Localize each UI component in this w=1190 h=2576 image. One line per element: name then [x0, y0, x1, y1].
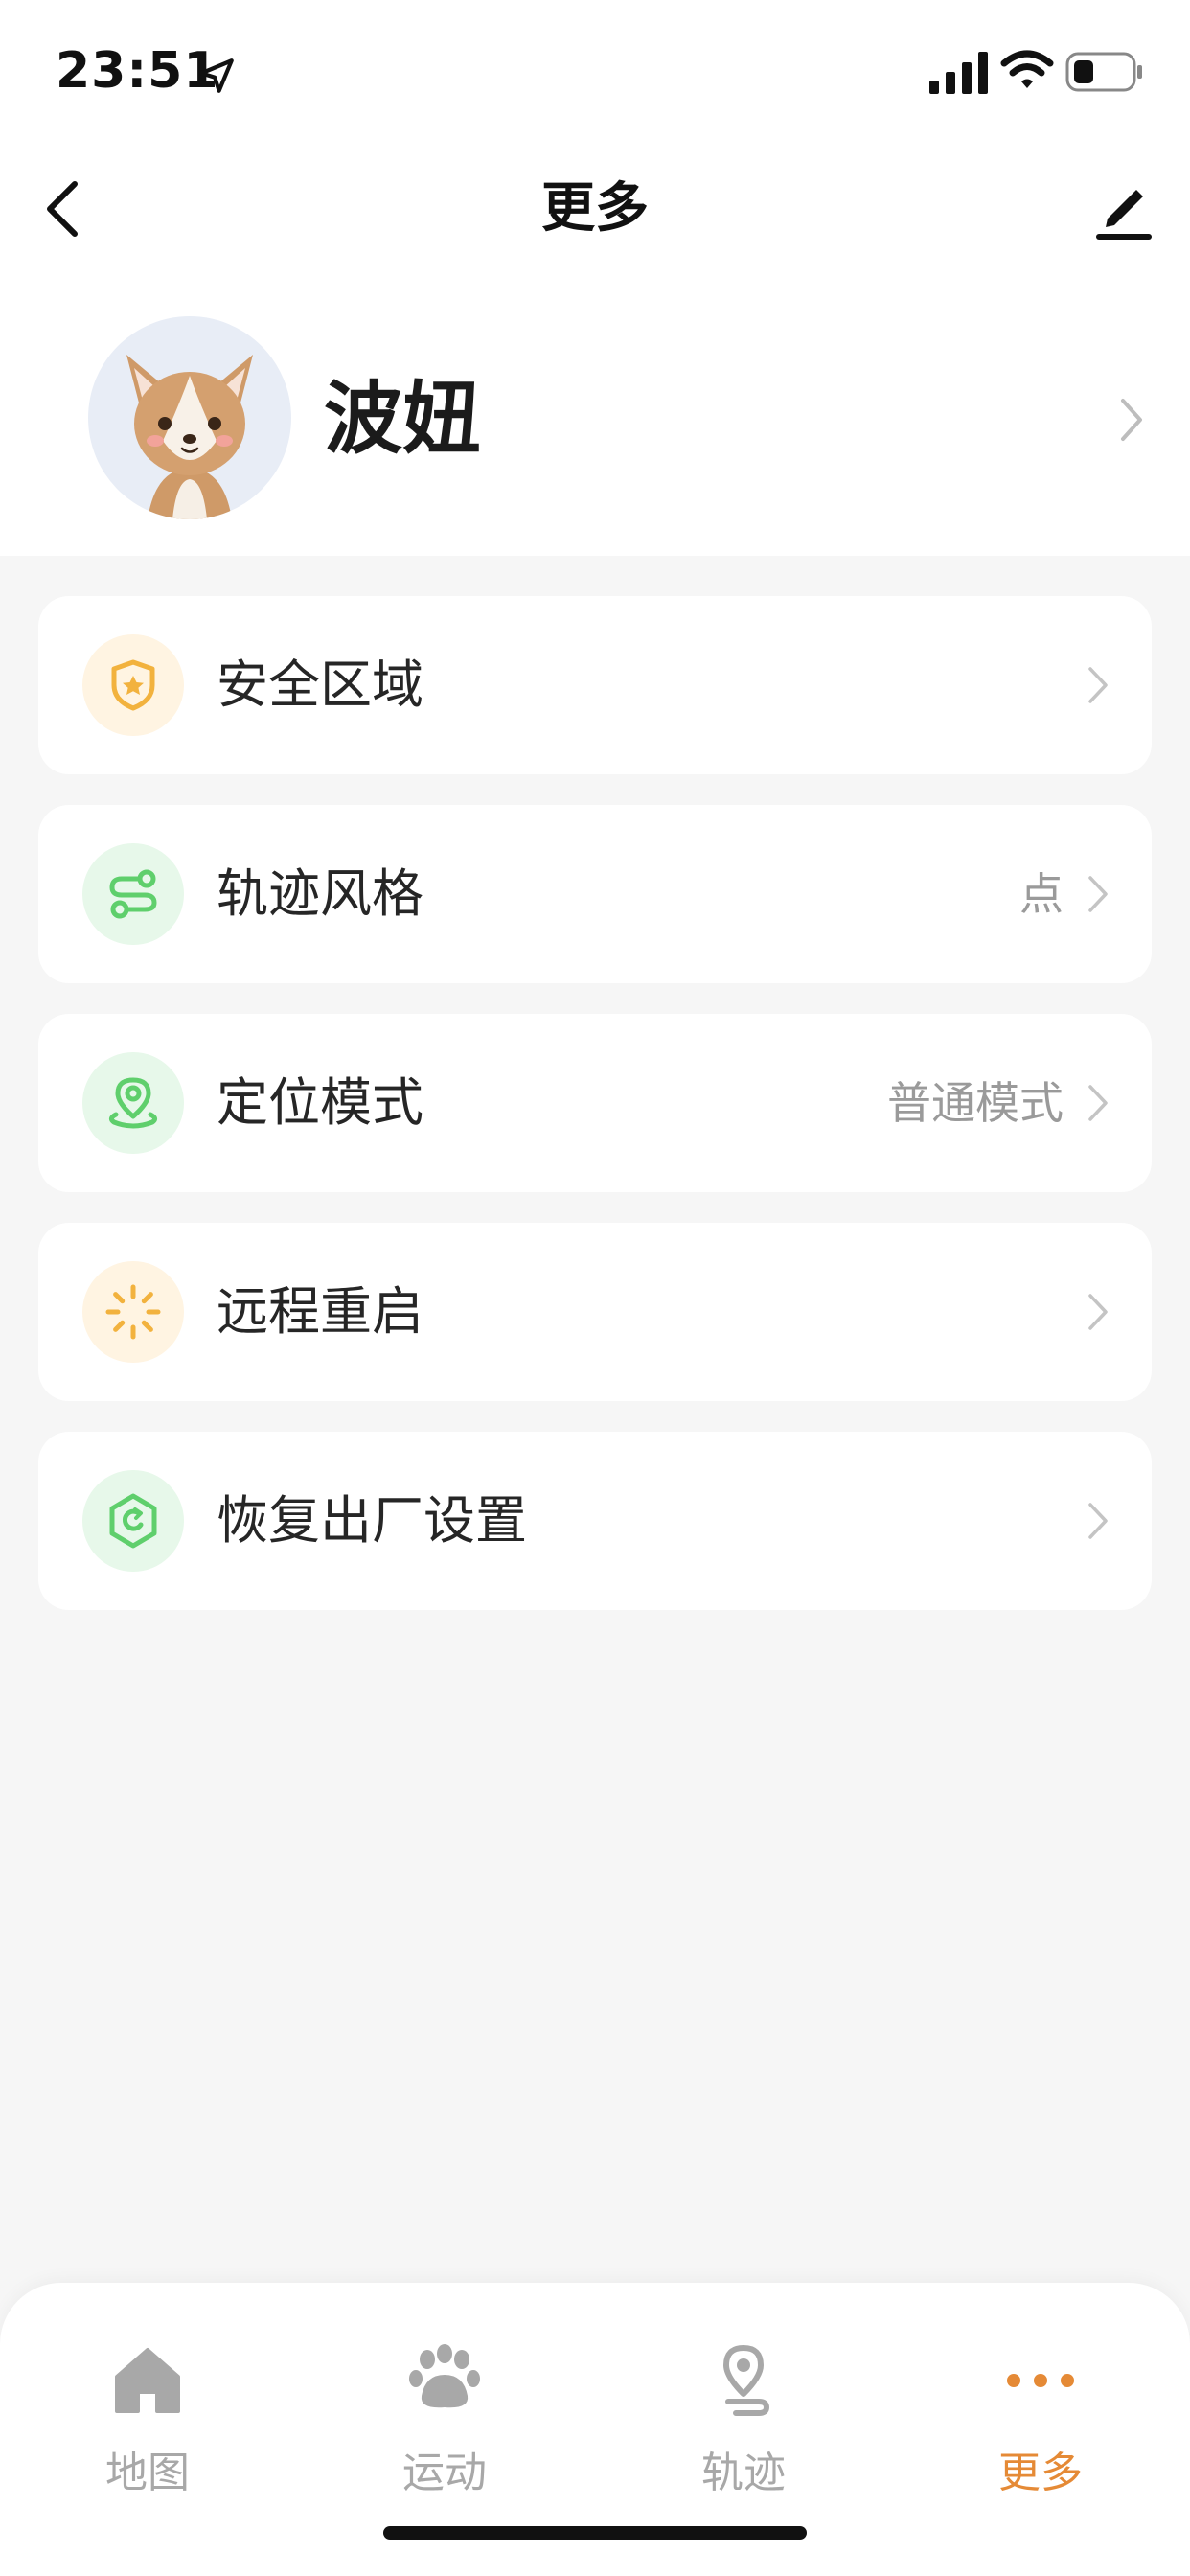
menu-item-label: 安全区域	[217, 655, 423, 715]
tab-map[interactable]: 地图	[52, 2340, 243, 2503]
pet-profile-row[interactable]: 波妞	[0, 307, 1190, 537]
corgi-avatar-icon	[126, 355, 253, 519]
tab-label: 更多	[998, 2449, 1083, 2497]
location-pin-icon	[82, 1052, 184, 1154]
chevron-right-icon	[1088, 1503, 1108, 1539]
menu-item-factory-reset[interactable]: 恢复出厂设置	[38, 1432, 1152, 1610]
wifi-icon	[1000, 50, 1054, 88]
chevron-right-icon	[1088, 876, 1108, 912]
menu-item-value: 点	[1019, 868, 1064, 920]
home-indicator[interactable]	[383, 2526, 807, 2540]
menu-item-safe-zone[interactable]: 安全区域	[38, 596, 1152, 774]
menu-item-label: 轨迹风格	[217, 863, 423, 924]
menu-item-value: 普通模式	[887, 1077, 1064, 1129]
status-bar: 23:51	[0, 0, 1190, 144]
chevron-right-icon	[1088, 1085, 1108, 1121]
home-icon	[115, 2348, 180, 2413]
edit-icon[interactable]	[1088, 174, 1157, 243]
menu-item-location-mode[interactable]: 定位模式 普通模式	[38, 1014, 1152, 1192]
menu-item-label: 恢复出厂设置	[217, 1490, 527, 1551]
tab-more[interactable]: 更多	[945, 2340, 1136, 2503]
tab-label: 轨迹	[701, 2449, 786, 2497]
paw-icon	[409, 2344, 480, 2408]
chevron-right-icon	[1121, 399, 1142, 441]
location-arrow-icon	[199, 58, 234, 93]
menu-item-label: 远程重启	[217, 1281, 423, 1342]
menu-item-remote-restart[interactable]: 远程重启	[38, 1223, 1152, 1401]
avatar	[88, 316, 291, 519]
loading-spinner-icon	[82, 1261, 184, 1363]
settings-menu: 安全区域 轨迹风格 点 定位模式 普通模式 远程重启 恢复出厂设置	[38, 596, 1152, 1641]
track-pin-icon	[723, 2345, 770, 2416]
chevron-right-icon	[1088, 1294, 1108, 1330]
tab-label: 地图	[105, 2449, 190, 2497]
back-button[interactable]	[36, 172, 94, 245]
more-dots-icon	[1007, 2374, 1074, 2387]
route-icon	[82, 843, 184, 945]
status-time: 23:51	[56, 42, 219, 100]
tab-label: 运动	[402, 2449, 487, 2497]
chevron-right-icon	[1088, 667, 1108, 703]
pet-name: 波妞	[324, 374, 482, 465]
menu-item-track-style[interactable]: 轨迹风格 点	[38, 805, 1152, 983]
battery-icon	[1065, 52, 1142, 92]
cellular-signal-icon	[929, 52, 988, 94]
tab-track[interactable]: 轨迹	[648, 2340, 839, 2503]
reset-hexagon-icon	[82, 1470, 184, 1572]
menu-item-label: 定位模式	[217, 1072, 423, 1133]
shield-star-icon	[82, 634, 184, 736]
tab-exercise[interactable]: 运动	[349, 2340, 540, 2503]
